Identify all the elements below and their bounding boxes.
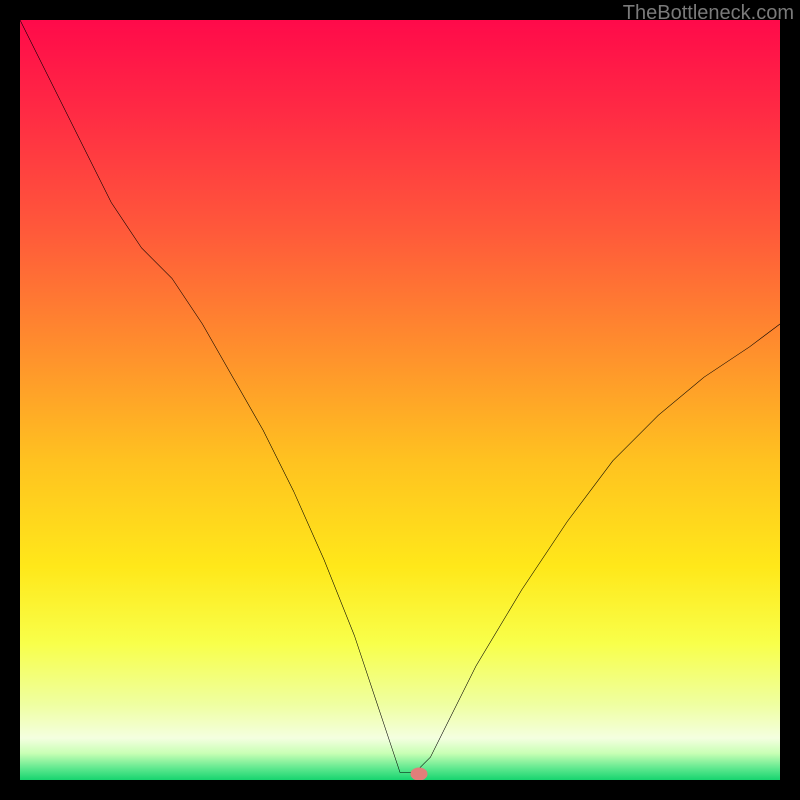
watermark-text: TheBottleneck.com: [623, 2, 794, 25]
optimal-point-marker: [411, 767, 428, 780]
bottleneck-curve: [20, 20, 780, 780]
plot-area: [20, 20, 780, 780]
chart-frame: TheBottleneck.com: [0, 0, 800, 800]
